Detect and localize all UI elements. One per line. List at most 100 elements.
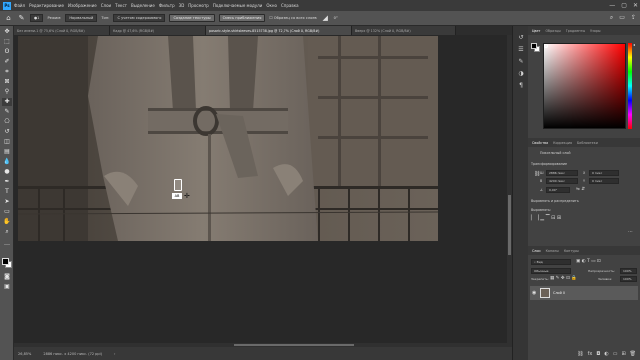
content-aware-option[interactable]: С учетом содержимого [113,14,166,22]
healing-brush-tool-icon[interactable]: ✎ [17,14,26,23]
align-buttons-icons[interactable]: ▏▕ ▁ ▔ ⊟ ⊞ [531,215,561,221]
brush-settings-icon[interactable]: ✎ [517,58,525,66]
filter-icons[interactable]: ▣ ◐ T ▭ ⊡ [576,259,601,264]
tab-untitled[interactable]: Без имени-1 @ 75,6% (Слой 0, RGB/8#) [14,26,110,35]
zoom-level[interactable]: 26,85% [18,352,31,356]
more-tools-icon[interactable]: … [2,240,12,248]
tab-frame[interactable]: Кадр @ 47,6% (RGB/8#) [110,26,206,35]
menu-edit[interactable]: Редактирование [29,3,64,8]
home-icon[interactable]: ⌂ [4,14,13,23]
tab-patterns[interactable]: Узоры [590,29,600,33]
opacity-field[interactable]: 100% [620,268,637,274]
x-field[interactable]: 0 пикс [589,170,619,176]
menu-file[interactable]: Файл [14,3,25,8]
picker-ring-icon[interactable] [544,44,548,48]
healing-brush-tool-button-icon[interactable]: ✚ [2,98,12,106]
quick-mask-icon[interactable]: ◙ [2,273,12,281]
eraser-tool-icon[interactable]: ◫ [2,138,12,146]
foreground-color-swatch[interactable] [2,258,9,265]
eyedropper-tool-icon[interactable]: ⚲ [2,88,12,96]
sample-all-checkbox[interactable]: ☐ Образец со всех слоев [269,16,316,20]
delete-layer-icon[interactable]: 🗑 [630,351,636,357]
horizontal-scroll-thumb[interactable] [234,344,354,346]
minimize-icon[interactable]: — [609,2,615,9]
type-tool-icon[interactable]: T [2,188,12,196]
adjustments-icon[interactable]: ◑ [517,70,525,78]
tab-color[interactable]: Цвет [532,29,540,33]
blend-mode-select[interactable]: Обычные [531,268,571,274]
history-brush-tool-icon[interactable]: ↺ [2,128,12,136]
brush-size-picker[interactable]: ● 1 [30,14,44,22]
tab-active-document[interactable]: posaric-style-shirtsleeves-8515738.jpg @… [206,26,352,35]
create-texture-option[interactable]: Создание текстуры [169,14,215,22]
path-select-tool-icon[interactable]: ➤ [2,198,12,206]
angle-field[interactable]: 0,00° [546,187,570,193]
maximize-icon[interactable]: ▢ [621,2,627,9]
quick-select-tool-icon[interactable]: ✐ [2,58,12,66]
lasso-tool-icon[interactable]: ʘ [2,48,12,56]
group-icon[interactable]: ▭ [613,351,618,357]
height-field[interactable]: 4200 пикс [546,178,578,184]
approx-match-option[interactable]: Смесь приближения [218,14,266,22]
layer-filter-select[interactable]: ⌕ Вид [531,259,571,265]
clone-stamp-tool-icon[interactable]: ⎔ [2,118,12,126]
mask-icon[interactable]: ◘ [596,351,600,357]
menu-3d[interactable]: 3D [179,3,185,8]
brush-tool-icon[interactable]: ✎ [2,108,12,116]
rectangle-tool-icon[interactable]: ▭ [2,208,12,216]
vertical-scroll-thumb[interactable] [508,195,511,255]
menu-plugins[interactable]: Подключаемые модули [213,3,263,8]
tab-gradients[interactable]: Градиенты [566,29,585,33]
marquee-tool-icon[interactable]: ⬚ [2,38,12,46]
tab-adjustments[interactable]: Коррекция [553,141,572,145]
menu-layers[interactable]: Слои [101,3,111,8]
menu-select[interactable]: Выделение [131,3,155,8]
dodge-tool-icon[interactable]: ● [2,168,12,176]
pen-tool-icon[interactable]: ✒ [2,178,12,186]
fill-field[interactable]: 100% [620,276,637,282]
search-icon[interactable]: ⌕ [610,14,613,22]
frame-tool-icon[interactable]: ⊠ [2,78,12,86]
menu-image[interactable]: Изображение [68,3,97,8]
width-field[interactable]: 2886 пикс [546,170,578,176]
fx-icon[interactable]: fx [588,351,593,357]
layer-row[interactable]: ◉ Слой 0 [530,286,638,300]
menu-window[interactable]: Окно [266,3,277,8]
zoom-tool-icon[interactable]: ⌕ [2,228,12,236]
y-field[interactable]: 0 пикс [589,178,619,184]
hue-slider[interactable] [628,43,632,129]
new-layer-icon[interactable]: ⊞ [621,351,625,357]
blur-tool-icon[interactable]: 💧 [2,158,12,166]
tab-paths[interactable]: Контуры [564,249,579,253]
tab-properties[interactable]: Свойства [532,141,548,145]
color-picker-field[interactable] [543,43,626,129]
link-layers-icon[interactable]: ⛓ [577,351,583,357]
layer-name[interactable]: Слой 0 [553,291,565,295]
move-tool-icon[interactable]: ✥ [2,28,12,36]
tab-layers[interactable]: Слои [532,249,541,253]
menu-view[interactable]: Просмотр [188,3,209,8]
panel-foreground-swatch[interactable] [531,43,537,49]
hand-tool-icon[interactable]: ✋ [2,218,12,226]
paragraph-panel-icon[interactable]: ¶ [517,82,525,90]
close-icon[interactable]: ✕ [633,2,638,9]
status-arrow-icon[interactable]: › [114,352,115,356]
menu-help[interactable]: Справка [281,3,299,8]
hue-marker-icon[interactable]: ◂ [633,42,635,47]
angle-value[interactable]: 0° [334,16,338,20]
workspace-icon[interactable]: ▭ [619,14,625,22]
adjustment-layer-icon[interactable]: ◐ [604,351,608,357]
menu-filter[interactable]: Фильтр [159,3,175,8]
tab-up[interactable]: Вверх @ 132% (Слой 0, RGB/8#) [352,26,456,35]
flip-icons[interactable]: ⇋ ⇵ [576,187,585,192]
mode-select[interactable]: Нормальный [65,14,98,22]
gradient-tool-icon[interactable]: ▤ [2,148,12,156]
visibility-eye-icon[interactable]: ◉ [532,290,536,296]
lock-icons[interactable]: ▦ ✎ ✥ ⊡ 🔒 [550,276,577,281]
canvas-area[interactable]: AB ✛ [14,35,512,347]
more-options-icon[interactable]: ⋯ [628,229,633,235]
menu-type[interactable]: Текст [115,3,127,8]
properties-panel-icon[interactable]: ☰ [517,46,525,54]
tab-libraries[interactable]: Библиотеки [577,141,598,145]
screen-mode-icon[interactable]: ▣ [2,283,12,291]
